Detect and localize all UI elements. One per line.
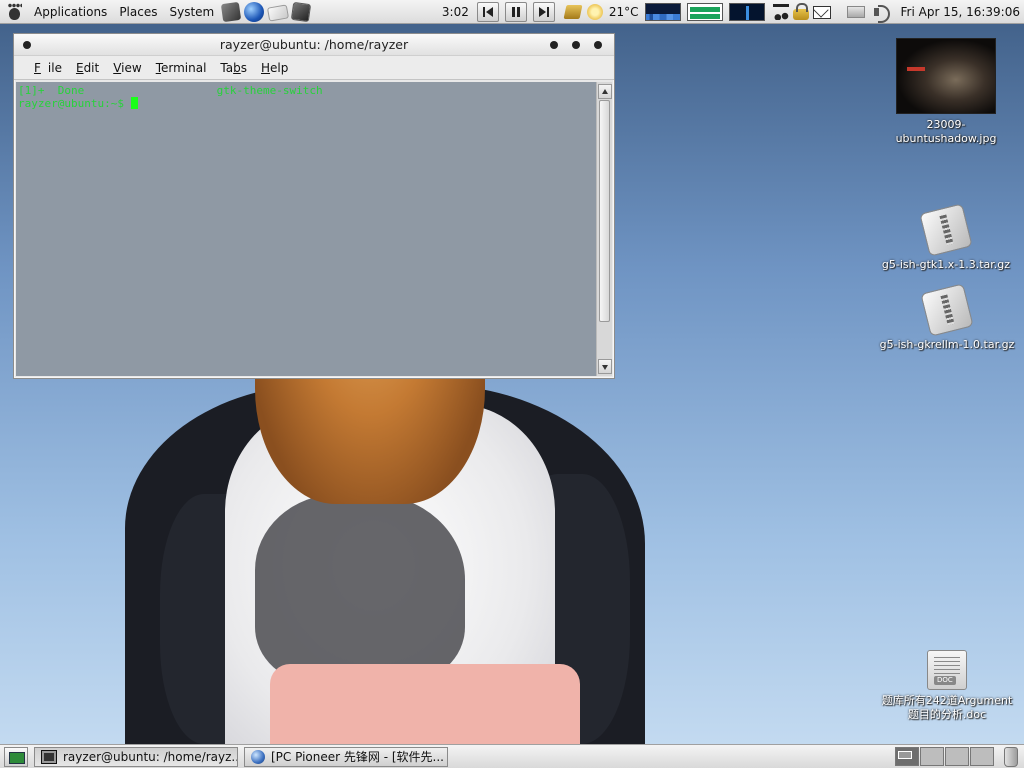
desktop-icon-label: 23009- ubuntushadow.jpg — [895, 118, 997, 145]
previous-icon — [482, 7, 493, 17]
music-note-icon[interactable] — [772, 4, 789, 20]
menu-view[interactable]: View — [106, 61, 148, 75]
menu-file[interactable]: File — [20, 61, 69, 75]
menu-view-mnemonic: V — [113, 60, 122, 75]
menu-edit-rest: dit — [83, 60, 100, 75]
scroll-down-button[interactable] — [598, 359, 612, 374]
terminal-output[interactable]: [1]+ Done gtk-theme-switch rayzer@ubuntu… — [16, 82, 596, 376]
top-panel-left: Applications Places System — [0, 0, 312, 24]
desktop-icon-document[interactable]: DOC 题库所有242道Argument 题目的分析.doc — [872, 650, 1022, 722]
maximize-button[interactable] — [572, 41, 580, 49]
desktop-icon-label: 题库所有242道Argument 题目的分析.doc — [881, 694, 1013, 721]
menu-tabs-mnemonic: b — [233, 60, 241, 75]
menu-file-mnemonic: F — [34, 60, 41, 75]
workspace-switcher — [894, 747, 994, 766]
desktop-icon-archive-gkrellm[interactable]: g5-ish-gkrellm-1.0.tar.gz — [874, 283, 1020, 352]
volume-icon[interactable] — [873, 4, 893, 23]
menu-places[interactable]: Places — [113, 0, 163, 24]
top-panel: Applications Places System 3:02 21°C Fri… — [0, 0, 1024, 24]
workspace-2[interactable] — [920, 747, 944, 766]
media-previous-button[interactable] — [476, 2, 499, 22]
menu-system[interactable]: System — [163, 0, 220, 24]
memory-monitor-graph[interactable] — [686, 3, 723, 21]
media-next-button[interactable] — [532, 2, 555, 22]
terminal-line: [1]+ Done gtk-theme-switch — [18, 84, 323, 97]
menu-file-rest: ile — [47, 60, 62, 75]
media-track-time: 3:02 — [441, 5, 469, 19]
workspace-1[interactable] — [895, 747, 919, 766]
bottom-panel: rayzer@ubuntu: /home/rayz... [PC Pioneer… — [0, 744, 1024, 768]
workspace-4[interactable] — [970, 747, 994, 766]
menu-terminal[interactable]: Terminal — [149, 61, 214, 75]
sun-icon — [586, 4, 603, 20]
window-title: rayzer@ubuntu: /home/rayzer — [219, 37, 409, 52]
scroll-thumb[interactable] — [599, 100, 610, 322]
archive-icon — [919, 203, 973, 257]
app-launcher-icon[interactable] — [291, 1, 312, 22]
close-button[interactable] — [594, 41, 602, 49]
terminal-titlebar[interactable]: rayzer@ubuntu: /home/rayzer — [14, 34, 614, 56]
show-desktop-button[interactable] — [4, 746, 28, 767]
terminal-menubar: File Edit View Terminal Tabs Help — [14, 56, 614, 80]
menu-tabs[interactable]: Tabs — [213, 61, 254, 75]
minimize-button[interactable] — [550, 41, 558, 49]
media-pause-button[interactable] — [504, 2, 527, 22]
terminal-cursor — [130, 97, 138, 109]
menu-tabs-rest: s — [240, 60, 248, 75]
menu-terminal-rest: erminal — [161, 60, 207, 75]
wallpaper-shirt-print — [255, 494, 465, 684]
document-icon: DOC — [927, 650, 967, 690]
desktop-icon-archive-gtk[interactable]: g5-ish-gtk1.x-1.3.tar.gz — [876, 203, 1016, 272]
menu-view-rest: iew — [121, 60, 142, 75]
desktop-icon-image[interactable]: 23009- ubuntushadow.jpg — [880, 38, 1012, 146]
menu-help-mnemonic: H — [261, 60, 271, 75]
workspace-3[interactable] — [945, 747, 969, 766]
weather-applet-icon[interactable] — [563, 5, 583, 19]
task-terminal[interactable]: rayzer@ubuntu: /home/rayz... — [34, 746, 238, 767]
terminal-scrollbar[interactable] — [596, 82, 612, 376]
task-browser[interactable]: [PC Pioneer 先锋网 - [软件先... — [244, 746, 448, 767]
lock-icon[interactable] — [792, 3, 809, 20]
globe-icon — [251, 749, 265, 764]
top-panel-right: 3:02 21°C Fri Apr 15, 16:39:06 — [442, 0, 1024, 24]
cpu-monitor-graph[interactable] — [644, 3, 681, 21]
mail-launcher-icon[interactable] — [267, 4, 290, 22]
next-icon — [538, 7, 549, 17]
mail-envelope-icon[interactable] — [812, 5, 831, 19]
panel-clock[interactable]: Fri Apr 15, 16:39:06 — [901, 5, 1020, 19]
arrow-down-icon — [602, 365, 608, 370]
menu-applications[interactable]: Applications — [28, 0, 113, 24]
menu-tabs-pre: Ta — [220, 60, 234, 75]
menu-help-rest: elp — [270, 60, 289, 75]
temperature-readout[interactable]: 21°C — [609, 5, 639, 19]
scroll-up-button[interactable] — [598, 84, 612, 99]
archive-icon — [920, 283, 974, 337]
terminal-prompt: rayzer@ubuntu:~$ — [18, 97, 131, 110]
terminal-window[interactable]: rayzer@ubuntu: /home/rayzer File Edit Vi… — [13, 33, 615, 379]
pause-icon — [511, 7, 520, 17]
wallpaper-skirt — [270, 664, 580, 744]
arrow-up-icon — [602, 89, 608, 94]
terminal-prompt-line: rayzer@ubuntu:~$ — [18, 97, 594, 110]
menu-edit-mnemonic: E — [75, 60, 84, 75]
network-monitor-graph[interactable] — [728, 3, 765, 21]
terminal-icon — [41, 749, 57, 764]
desktop-icon-label: g5-ish-gkrellm-1.0.tar.gz — [879, 338, 1015, 351]
menu-edit[interactable]: Edit — [69, 61, 106, 75]
printer-icon[interactable] — [846, 6, 865, 18]
gnome-foot-icon[interactable] — [6, 2, 24, 21]
trash-icon[interactable] — [1004, 747, 1018, 767]
terminal-launcher-icon[interactable] — [221, 1, 242, 22]
task-label: rayzer@ubuntu: /home/rayz... — [63, 749, 238, 764]
desktop-icon-label: g5-ish-gtk1.x-1.3.tar.gz — [881, 258, 1011, 271]
task-label: [PC Pioneer 先锋网 - [软件先... — [271, 750, 444, 764]
browser-globe-icon[interactable] — [244, 1, 265, 22]
image-thumbnail-icon — [896, 38, 996, 114]
doc-badge: DOC — [934, 676, 956, 685]
menu-help[interactable]: Help — [254, 61, 295, 75]
